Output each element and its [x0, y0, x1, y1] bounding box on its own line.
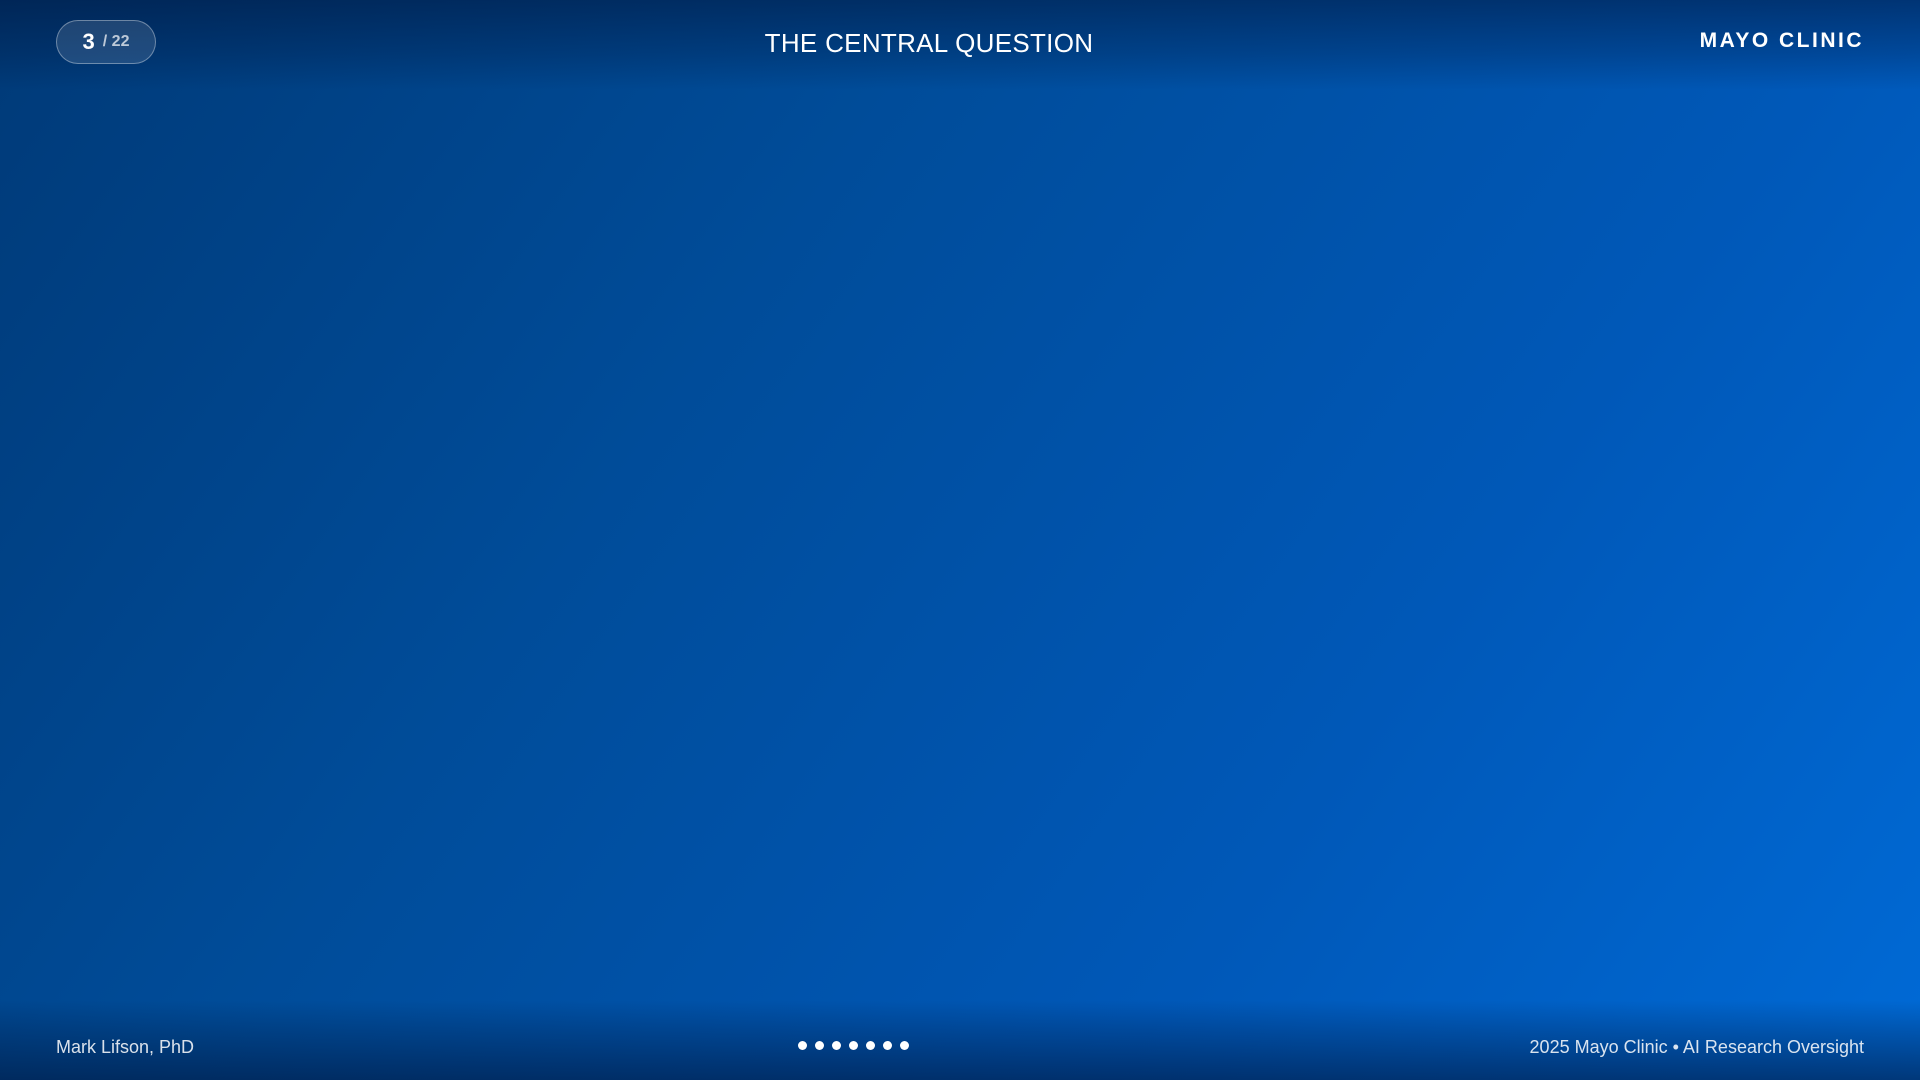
nav-dot[interactable] — [832, 1041, 841, 1050]
nav-dot[interactable] — [798, 1041, 807, 1050]
brand-logo-text: MAYO CLINIC — [1699, 29, 1864, 52]
presenter-name: Mark Lifson, PhD — [56, 1037, 195, 1057]
nav-dot[interactable] — [900, 1041, 909, 1050]
nav-dot[interactable] — [866, 1041, 875, 1050]
nav-dot[interactable] — [815, 1041, 824, 1050]
nav-dot[interactable] — [849, 1041, 858, 1050]
slide-title: THE CENTRAL QUESTION — [764, 28, 1094, 58]
nav-dot[interactable] — [883, 1041, 892, 1050]
footer-copyright: 2025 Mayo Clinic • AI Research Oversight — [1529, 1037, 1864, 1057]
slide-navigation-dots — [798, 1041, 909, 1050]
